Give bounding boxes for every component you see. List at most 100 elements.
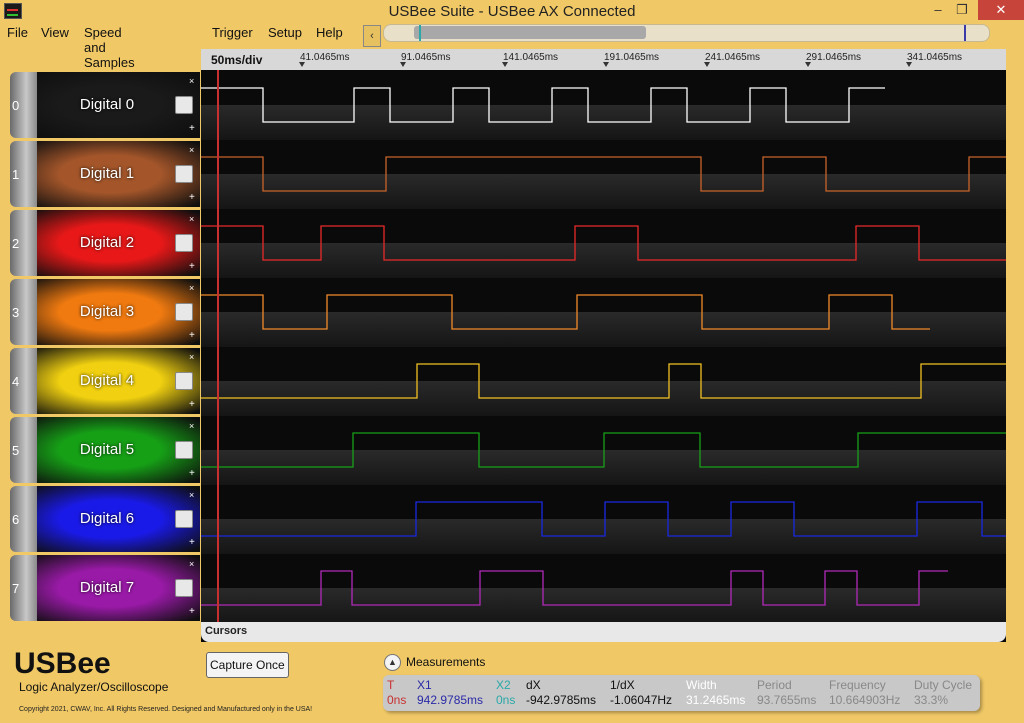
channel-number: 4 [12,374,20,389]
waveform-trace [201,87,885,123]
channel-checkbox[interactable] [175,372,193,390]
product-subtitle: Logic Analyzer/Oscilloscope [19,680,169,694]
tick-label: 191.0465ms [604,52,660,63]
channel-panel[interactable]: 1 Digital 1 × + [10,141,200,207]
remove-channel-icon[interactable]: × [189,283,194,293]
channel-panel[interactable]: 2 Digital 2 × + [10,210,200,276]
menu-setup[interactable]: Setup [268,25,302,40]
copyright-text: Copyright 2021, CWAV, Inc. All Rights Re… [19,706,313,713]
capture-once-button[interactable]: Capture Once [206,652,289,678]
tick-label: 41.0465ms [300,52,350,63]
channel-body: Digital 0 × + [37,72,200,138]
measurement-value: 0ns [387,693,407,707]
measurements-title: Measurements [406,655,486,669]
overview-thumb[interactable] [414,26,646,39]
tick-mark [906,62,912,67]
waveform-svg [201,432,1006,468]
cursors-label: Cursors [205,625,248,637]
channel-panel[interactable]: 7 Digital 7 × + [10,555,200,621]
channel-number: 5 [12,443,20,458]
add-channel-icon[interactable]: + [189,123,195,134]
measurement-value: -942.9785ms [526,693,597,707]
channel-checkbox[interactable] [175,579,193,597]
measurement-header: Duty Cycle [914,678,973,692]
remove-channel-icon[interactable]: × [189,76,194,86]
remove-channel-icon[interactable]: × [189,352,194,362]
measurement-column: X1 942.9785ms [417,678,483,708]
remove-channel-icon[interactable]: × [189,145,194,155]
menu-view[interactable]: View [41,25,69,40]
channel-label[interactable]: Digital 2 [37,234,177,251]
channel-checkbox[interactable] [175,441,193,459]
channel-body: Digital 7 × + [37,555,200,621]
tick-mark [400,62,406,67]
menu-help[interactable]: Help [316,25,343,40]
measurement-column: Period 93.7655ms [757,678,816,708]
scroll-back-button[interactable]: ‹ [363,25,381,47]
waveform-lane [201,485,1006,554]
channel-checkbox[interactable] [175,510,193,528]
channel-panel[interactable]: 6 Digital 6 × + [10,486,200,552]
menu-speed-and-samples[interactable]: Speed and Samples [84,25,135,70]
channel-number: 3 [12,305,20,320]
add-channel-icon[interactable]: + [189,468,195,479]
channel-number: 0 [12,98,20,113]
menu-trigger[interactable]: Trigger [212,25,253,40]
close-button[interactable]: ✕ [978,0,1024,20]
channel-panel[interactable]: 5 Digital 5 × + [10,417,200,483]
add-channel-icon[interactable]: + [189,606,195,617]
channel-checkbox[interactable] [175,96,193,114]
remove-channel-icon[interactable]: × [189,490,194,500]
channel-label[interactable]: Digital 6 [37,510,177,527]
add-channel-icon[interactable]: + [189,537,195,548]
measurement-value: 0ns [496,693,516,707]
channel-handle[interactable]: 2 [10,210,37,276]
remove-channel-icon[interactable]: × [189,421,194,431]
channel-panel[interactable]: 3 Digital 3 × + [10,279,200,345]
channel-handle[interactable]: 1 [10,141,37,207]
channel-handle[interactable]: 4 [10,348,37,414]
measurement-column: Frequency 10.664903Hz [829,678,900,708]
measurement-column: Duty Cycle 33.3% [914,678,972,708]
channel-number: 6 [12,512,20,527]
channel-handle[interactable]: 5 [10,417,37,483]
waveform-svg [201,501,1006,537]
waveform-lane [201,278,1006,347]
capture-overview-scrollbar[interactable] [383,24,990,42]
title-bar: USBee Suite - USBee AX Connected – ❐ ✕ [0,0,1024,22]
waveform-svg [201,225,1006,261]
channel-body: Digital 6 × + [37,486,200,552]
add-channel-icon[interactable]: + [189,261,195,272]
add-channel-icon[interactable]: + [189,192,195,203]
channel-handle[interactable]: 3 [10,279,37,345]
collapse-measurements-icon[interactable]: ▲ [384,654,401,671]
restore-button[interactable]: ❐ [942,0,982,20]
measurement-header: dX [526,678,541,692]
remove-channel-icon[interactable]: × [189,559,194,569]
add-channel-icon[interactable]: + [189,330,195,341]
remove-channel-icon[interactable]: × [189,214,194,224]
channel-handle[interactable]: 0 [10,72,37,138]
measurement-value: 93.7655ms [757,693,817,707]
channel-panel[interactable]: 0 Digital 0 × + [10,72,200,138]
measurement-header: Width [686,678,717,692]
channel-label[interactable]: Digital 5 [37,441,177,458]
tick-mark [299,62,305,67]
channel-label[interactable]: Digital 4 [37,372,177,389]
channel-label[interactable]: Digital 3 [37,303,177,320]
waveform-svg [201,87,885,123]
trigger-cursor-line[interactable] [217,70,219,640]
channel-label[interactable]: Digital 7 [37,579,177,596]
measurement-column: dX -942.9785ms [526,678,596,708]
channel-handle[interactable]: 6 [10,486,37,552]
add-channel-icon[interactable]: + [189,399,195,410]
channel-checkbox[interactable] [175,165,193,183]
channel-handle[interactable]: 7 [10,555,37,621]
channel-checkbox[interactable] [175,303,193,321]
channel-label[interactable]: Digital 1 [37,165,177,182]
channel-label[interactable]: Digital 0 [37,96,177,113]
measurement-header: 1/dX [610,678,635,692]
menu-file[interactable]: File [7,25,28,40]
channel-checkbox[interactable] [175,234,193,252]
channel-panel[interactable]: 4 Digital 4 × + [10,348,200,414]
